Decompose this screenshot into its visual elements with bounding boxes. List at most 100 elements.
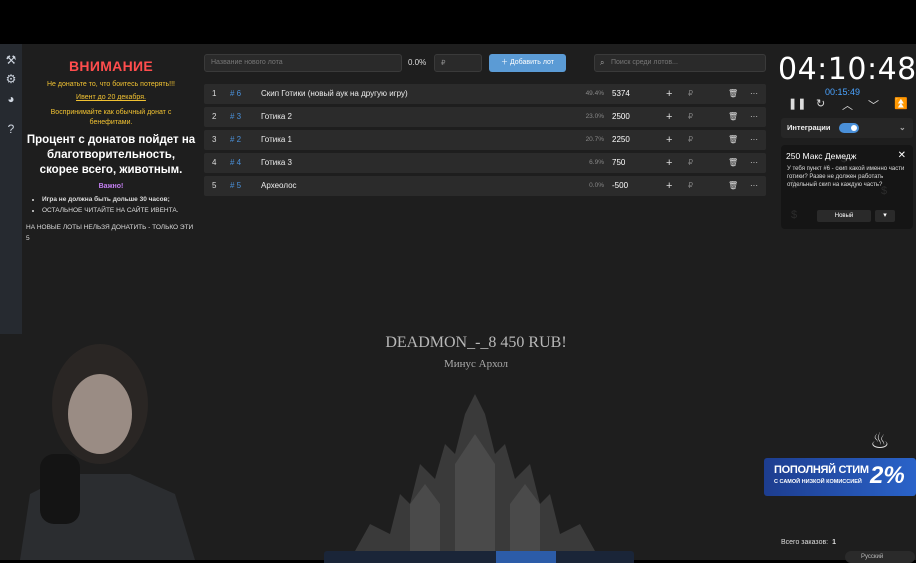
help-icon[interactable]: ? [3, 121, 19, 137]
lot-search-input[interactable]: ⌕ Поиск среди лотов... [594, 54, 766, 72]
ruble-icon[interactable]: ₽ [688, 153, 693, 173]
event-deadline-link[interactable]: Ивент до 20 декабря. [26, 93, 196, 103]
note-text: НА НОВЫЕ ЛОТЫ НЕЛЬЗЯ ДОНАТИТЬ - ТОЛЬКО Э… [26, 224, 194, 242]
lot-number: 2 [212, 112, 217, 121]
bottom-toolbar[interactable] [324, 551, 634, 563]
language-select[interactable]: Русский [845, 551, 915, 563]
rules-list: Игра не должна быть дольше 30 часов; ОСТ… [26, 194, 196, 216]
integrations-toggle[interactable] [839, 123, 859, 133]
warning-line: Воспринимайте как обычный донат с [50, 109, 172, 116]
lot-price-input[interactable]: ₽ [434, 54, 482, 72]
lot-percent: 0.0% [589, 182, 604, 189]
chevron-up-icon[interactable]: ︿ [842, 97, 853, 113]
dollar-pattern-icon: $ [791, 209, 798, 221]
pause-icon[interactable]: ❚❚ [788, 97, 806, 110]
plus-icon[interactable]: + [666, 107, 672, 127]
more-icon[interactable]: ··· [750, 107, 758, 127]
lot-percent: 49.4% [585, 90, 604, 97]
more-icon[interactable]: ··· [750, 130, 758, 150]
promo-percent: 2% [870, 462, 905, 489]
double-chevron-up-icon[interactable]: ⏫ [894, 97, 908, 110]
add-lot-button[interactable]: ＋ Добавить лот [489, 54, 566, 72]
more-icon[interactable]: ··· [750, 153, 758, 173]
lot-name[interactable]: Археолос [261, 176, 297, 196]
lot-name[interactable]: Готика 2 [261, 107, 292, 127]
steam-promo-banner[interactable]: ПОПОЛНЯЙ СТИМ С САМОЙ НИЗКОЙ КОМИССИЕЙ 2… [764, 458, 916, 496]
gear-icon[interactable]: ⚙ [3, 71, 19, 87]
ruble-icon[interactable]: ₽ [688, 130, 693, 150]
lot-name[interactable]: Скип Готики (новый аук на другую игру) [261, 84, 408, 104]
lot-id: # 5 [230, 181, 242, 190]
sub-timer: 00:15:49 [825, 87, 861, 97]
ruble-icon[interactable]: ₽ [688, 84, 693, 104]
lot-amount[interactable]: 5374 [612, 84, 630, 104]
plus-icon[interactable]: + [666, 84, 672, 104]
lot-name-input[interactable]: Название нового лота [204, 54, 402, 72]
orders-label: Всего заказов: [781, 539, 829, 546]
search-placeholder: Поиск среди лотов... [611, 59, 678, 66]
more-icon[interactable]: ··· [750, 84, 758, 104]
lot-row[interactable]: 4 # 4 Готика 3 6.9% 750 + ₽ 🗑 ··· [204, 153, 766, 173]
lot-id: # 2 [230, 135, 242, 144]
trash-icon[interactable]: 🗑 [728, 153, 738, 173]
lot-row[interactable]: 1 # 6 Скип Готики (новый аук на другую игр… [204, 84, 766, 104]
ruble-icon[interactable]: ₽ [688, 176, 693, 196]
lot-id: # 3 [230, 112, 242, 121]
lot-name[interactable]: Готика 1 [261, 130, 292, 150]
chevron-down-icon[interactable]: ﹀ [868, 97, 879, 113]
trash-icon[interactable]: 🗑 [728, 107, 738, 127]
lot-number: 1 [212, 89, 217, 98]
donation-alert-title: DEADMON_-_8 450 RUB! [385, 334, 567, 351]
warning-title: ВНИМАНИЕ [69, 58, 153, 74]
toolbar-active-section[interactable] [496, 551, 556, 563]
trash-icon[interactable]: 🗑 [728, 84, 738, 104]
percent-readout: 0.0% [408, 58, 427, 67]
select-chevron-button[interactable]: ▾ [875, 210, 895, 222]
donation-title: 250 Макс Демедж [786, 151, 857, 161]
lot-amount[interactable]: 750 [612, 153, 625, 173]
colors-icon[interactable]: ◕ [3, 91, 19, 107]
lot-select[interactable]: Новый [817, 210, 871, 222]
plus-icon: ＋ [501, 59, 510, 66]
lot-amount[interactable]: -500 [612, 176, 628, 196]
plus-icon[interactable]: + [666, 176, 672, 196]
search-icon: ⌕ [600, 58, 605, 67]
lot-percent: 6.9% [589, 159, 604, 166]
ruble-icon[interactable]: ₽ [688, 107, 693, 127]
auction-app: ⚒ ⚙ ◕ ? ➤ b ВНИМАНИЕ Не донатьте то, что… [0, 44, 916, 563]
plus-icon[interactable]: + [666, 130, 672, 150]
trash-icon[interactable]: 🗑 [728, 176, 738, 196]
add-lot-label: Добавить лот [509, 59, 554, 66]
lot-number: 5 [212, 181, 217, 190]
lot-amount[interactable]: 2500 [612, 107, 630, 127]
charity-text: Процент с донатов пойдет на благотворите… [26, 134, 196, 176]
integrations-header[interactable]: Интеграции ⌄ [781, 118, 913, 138]
more-icon[interactable]: ··· [750, 176, 758, 196]
chevron-down-icon[interactable]: ⌄ [899, 118, 906, 138]
lot-row[interactable]: 2 # 3 Готика 2 23.0% 2500 + ₽ 🗑 ··· [204, 107, 766, 127]
lot-percent: 23.0% [585, 113, 604, 120]
timer-controls: ❚❚ ↻ ︿ ﹀ ⏫ [786, 97, 912, 113]
promo-subtitle: С САМОЙ НИЗКОЙ КОМИССИЕЙ [774, 479, 862, 485]
integrations-label: Интеграции [787, 123, 831, 132]
promo-title: ПОПОЛНЯЙ СТИМ [774, 464, 869, 476]
lot-number: 4 [212, 158, 217, 167]
trash-icon[interactable]: 🗑 [728, 130, 738, 150]
warning-line: бенефитами. [89, 119, 133, 126]
orders-count: 1 [832, 539, 837, 546]
donation-message: У тебя пункт #6 - скип какой именно част… [787, 166, 905, 188]
gavel-icon[interactable]: ⚒ [3, 52, 19, 68]
main-timer: 04:10:48 [778, 52, 916, 87]
lot-id: # 4 [230, 158, 242, 167]
close-icon[interactable]: ✕ [898, 150, 906, 161]
lot-name[interactable]: Готика 3 [261, 153, 292, 173]
top-black-bar [0, 0, 916, 44]
restart-icon[interactable]: ↻ [816, 97, 825, 110]
lot-row[interactable]: 5 # 5 Археолос 0.0% -500 + ₽ 🗑 ··· [204, 176, 766, 196]
list-item: Игра не должна быть дольше 30 часов; [42, 194, 196, 205]
lot-amount[interactable]: 2250 [612, 130, 630, 150]
plus-icon[interactable]: + [666, 153, 672, 173]
lot-row[interactable]: 3 # 2 Готика 1 20.7% 2250 + ₽ 🗑 ··· [204, 130, 766, 150]
lot-percent: 20.7% [585, 136, 604, 143]
warning-line: Не донатьте то, что боитесь потерять!!! [46, 81, 176, 88]
